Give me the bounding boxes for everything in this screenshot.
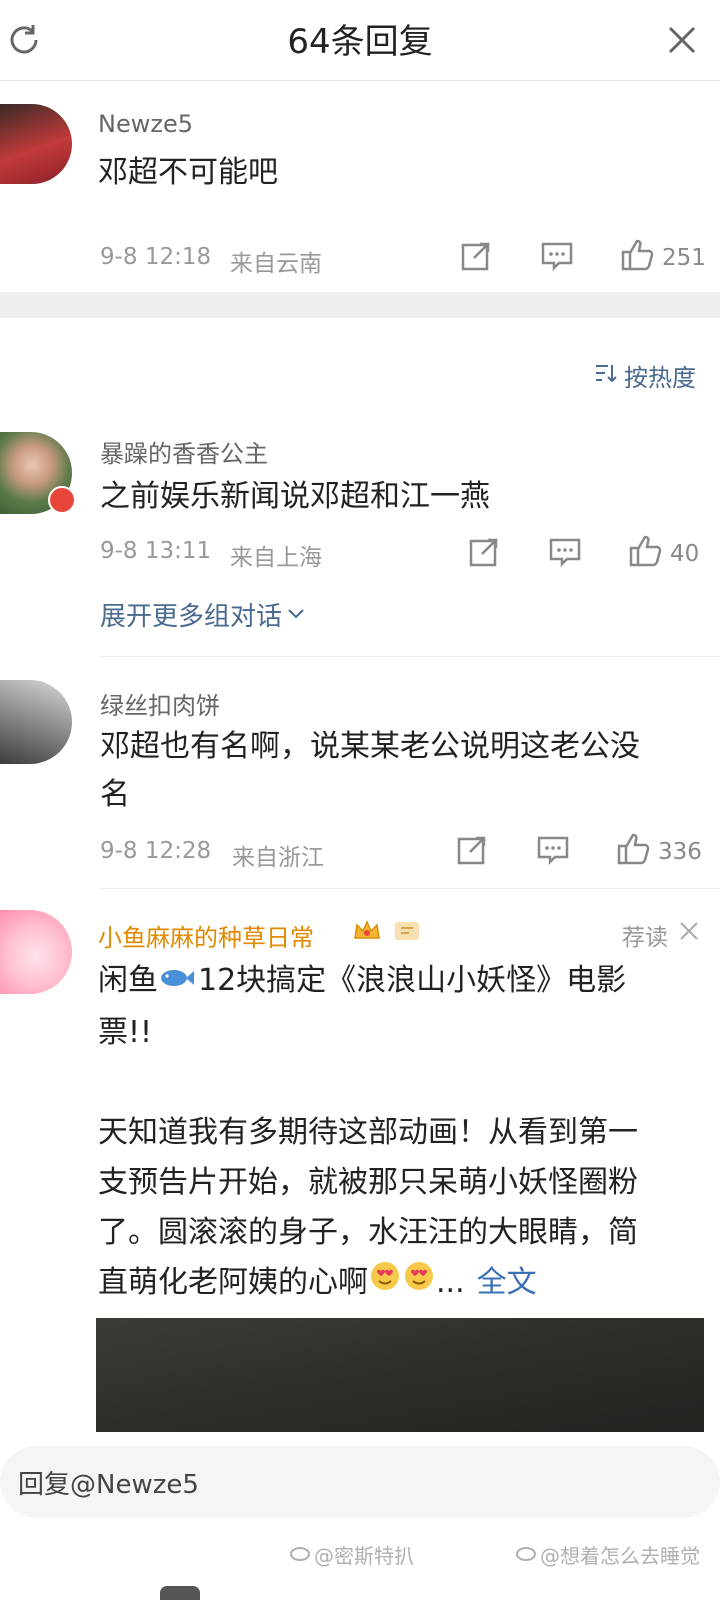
post-text-part: 12块搞定《浪浪山小妖怪》电影 bbox=[198, 963, 627, 998]
post-text-part: 直萌化老阿姨的心啊 bbox=[98, 1265, 368, 1300]
heart-eyes-emoji-icon bbox=[368, 1258, 402, 1308]
close-icon[interactable] bbox=[678, 920, 700, 946]
page-title: 64条回复 bbox=[287, 22, 433, 62]
fan-badge-icon bbox=[392, 916, 422, 946]
ellipsis: ... bbox=[436, 1265, 465, 1300]
divider bbox=[100, 888, 720, 889]
comment-icon[interactable] bbox=[540, 240, 574, 276]
comment-time: 9-8 12:28 bbox=[100, 838, 212, 864]
like-button[interactable]: 40 bbox=[628, 534, 699, 574]
comment-time: 9-8 13:11 bbox=[100, 538, 212, 564]
comment-text: 邓超也有名啊，说某某老公说明这老公没 bbox=[100, 729, 640, 764]
like-count: 251 bbox=[662, 245, 706, 271]
share-icon[interactable] bbox=[460, 240, 492, 276]
username[interactable]: 小鱼麻麻的种草日常 bbox=[98, 918, 314, 953]
username[interactable]: 暴躁的香香公主 bbox=[100, 434, 268, 469]
like-button[interactable]: 251 bbox=[620, 238, 706, 278]
sort-toggle[interactable]: 按热度 bbox=[594, 358, 696, 393]
post-text-line: 支预告片开始，就被那只呆萌小妖怪圈粉 bbox=[98, 1165, 638, 1200]
comment-text-continued: 名 bbox=[100, 777, 130, 812]
comment-time: 9-8 12:18 bbox=[100, 244, 212, 270]
post-text-line: 天知道我有多期待这部动画！从看到第一 bbox=[98, 1115, 638, 1150]
crown-badge-icon bbox=[352, 916, 382, 946]
username[interactable]: Newze5 bbox=[98, 110, 193, 138]
post-text-part: 闲鱼 bbox=[98, 963, 158, 998]
watermark: @密斯特扒 bbox=[314, 1544, 414, 1568]
sort-icon bbox=[594, 362, 618, 390]
divider bbox=[100, 656, 720, 657]
full-text-link[interactable]: 全文 bbox=[477, 1258, 537, 1308]
comment-location: 来自云南 bbox=[230, 251, 322, 277]
promoted-tag: 荐读 bbox=[622, 925, 668, 951]
like-count: 40 bbox=[670, 541, 700, 567]
avatar[interactable] bbox=[0, 680, 72, 764]
close-icon[interactable] bbox=[660, 18, 704, 62]
avatar[interactable] bbox=[0, 910, 72, 994]
post-text-line: 票!! bbox=[98, 1015, 153, 1050]
expand-label: 展开更多组对话 bbox=[100, 602, 283, 632]
sort-label: 按热度 bbox=[624, 364, 696, 392]
post-text-line: 直萌化老阿姨的心啊 ... 全文 bbox=[98, 1258, 537, 1308]
verified-badge-icon bbox=[48, 486, 76, 514]
section-divider bbox=[0, 292, 720, 318]
comment-text: 之前娱乐新闻说邓超和江一燕 bbox=[100, 479, 490, 514]
comment-location: 来自浙江 bbox=[232, 845, 324, 871]
comment-icon[interactable] bbox=[548, 536, 582, 572]
comment-location: 来自上海 bbox=[230, 545, 322, 571]
like-count: 336 bbox=[658, 839, 702, 865]
chevron-down-icon bbox=[286, 600, 306, 630]
share-icon[interactable] bbox=[456, 834, 488, 870]
expand-thread-link[interactable]: 展开更多组对话 bbox=[100, 596, 306, 633]
thumbs-up-icon bbox=[628, 534, 662, 574]
comment-text: 邓超不可能吧 bbox=[98, 155, 278, 190]
weibo-logo-icon bbox=[516, 1542, 538, 1566]
share-icon[interactable] bbox=[468, 536, 500, 572]
avatar[interactable] bbox=[0, 104, 72, 184]
weibo-logo-icon bbox=[290, 1542, 312, 1566]
post-image[interactable] bbox=[96, 1318, 704, 1432]
comment-icon[interactable] bbox=[536, 834, 570, 870]
watermark: @想着怎么去睡觉 bbox=[540, 1544, 700, 1568]
reply-input[interactable]: 回复@Newze5 bbox=[18, 1464, 199, 1501]
fish-emoji-icon bbox=[158, 956, 198, 1006]
heart-eyes-emoji-icon bbox=[402, 1258, 436, 1308]
thumbs-up-icon bbox=[620, 238, 654, 278]
home-indicator bbox=[160, 1586, 200, 1600]
post-text-line: 闲鱼 12块搞定《浪浪山小妖怪》电影 bbox=[98, 956, 626, 1006]
username[interactable]: 绿丝扣肉饼 bbox=[100, 686, 220, 721]
thumbs-up-icon bbox=[616, 832, 650, 872]
post-text-line: 了。圆滚滚的身子，水汪汪的大眼睛，简 bbox=[98, 1215, 638, 1250]
like-button[interactable]: 336 bbox=[616, 832, 702, 872]
